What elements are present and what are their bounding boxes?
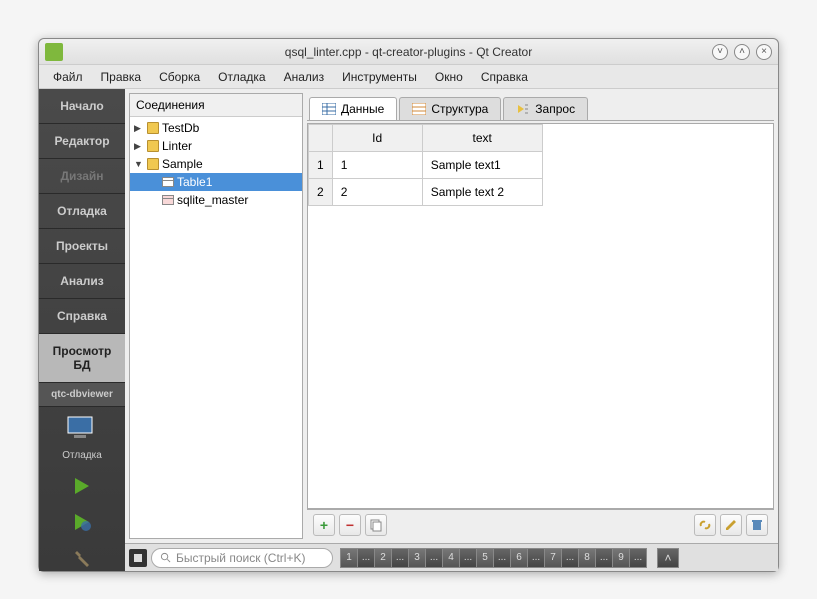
menu-build[interactable]: Сборка [151,67,208,87]
mode-welcome[interactable]: Начало [39,89,125,124]
debug-label: Отладка [39,450,125,467]
output-panes: 1... 2... 3... 4... 5... 6... 7... 8... … [341,548,647,568]
delete-button[interactable] [746,514,768,536]
column-header-id[interactable]: Id [332,125,422,152]
connections-tree: ▶TestDb ▶Linter ▼Sample Table1 sqlite_ma… [130,117,302,538]
link-icon [698,518,712,532]
mode-debug[interactable]: Отладка [39,194,125,229]
pane-7[interactable]: 7 [544,548,562,568]
mode-analyze[interactable]: Анализ [39,264,125,299]
menu-window[interactable]: Окно [427,67,471,87]
close-button[interactable]: × [756,44,772,60]
pane-1-more[interactable]: ... [357,548,375,568]
grid-icon [322,103,336,115]
tree-node-testdb[interactable]: ▶TestDb [130,119,302,137]
run-icon[interactable] [71,475,93,497]
table-icon [162,177,174,187]
pane-8[interactable]: 8 [578,548,596,568]
pane-3[interactable]: 3 [408,548,426,568]
link-button[interactable] [694,514,716,536]
statusbar: Быстрый поиск (Ctrl+K) 1... 2... 3... 4.… [125,543,778,571]
maximize-button[interactable]: ˄ [734,44,750,60]
connections-panel: Соединения ▶TestDb ▶Linter ▼Sample Table… [129,93,303,539]
quick-search[interactable]: Быстрый поиск (Ctrl+K) [151,548,333,568]
edit-button[interactable] [720,514,742,536]
menu-tools[interactable]: Инструменты [334,67,425,87]
copy-button[interactable] [365,514,387,536]
menubar: Файл Правка Сборка Отладка Анализ Инстру… [39,65,778,89]
view-tabs: Данные Структура Запрос [307,93,774,121]
pane-2-more[interactable]: ... [391,548,409,568]
pane-9[interactable]: 9 [612,548,630,568]
menu-help[interactable]: Справка [473,67,536,87]
collapse-toggle[interactable]: ˄ [657,548,679,568]
tree-node-linter[interactable]: ▶Linter [130,137,302,155]
tree-node-sqlite-master[interactable]: sqlite_master [130,191,302,209]
pencil-icon [724,518,738,532]
minimize-button[interactable]: ˅ [712,44,728,60]
search-icon [160,552,171,563]
cell[interactable]: 1 [332,152,422,179]
data-toolbar: + − [307,509,774,539]
trash-icon [750,518,764,532]
row-header: 1 [309,152,333,179]
cell[interactable]: Sample text1 [422,152,542,179]
table-row[interactable]: 2 2 Sample text 2 [309,179,543,206]
pane-5[interactable]: 5 [476,548,494,568]
mode-editor[interactable]: Редактор [39,124,125,159]
cell[interactable]: Sample text 2 [422,179,542,206]
build-icon[interactable] [71,547,93,569]
app-icon [45,43,63,61]
pane-4-more[interactable]: ... [459,548,477,568]
project-selector[interactable]: qtc-dbviewer [39,383,125,407]
output-toggle[interactable] [129,549,147,567]
mode-db-view[interactable]: Просмотр БД [39,334,125,383]
corner-cell [309,125,333,152]
add-row-button[interactable]: + [313,514,335,536]
pane-3-more[interactable]: ... [425,548,443,568]
column-header-text[interactable]: text [422,125,542,152]
database-icon [147,158,159,170]
tree-node-sample[interactable]: ▼Sample [130,155,302,173]
table-icon [162,195,174,205]
database-icon [147,140,159,152]
pane-6-more[interactable]: ... [527,548,545,568]
titlebar: qsql_linter.cpp - qt-creator-plugins - Q… [39,39,778,65]
mode-sidebar: Начало Редактор Дизайн Отладка Проекты А… [39,89,125,571]
data-grid[interactable]: Id text 1 1 Sample text1 [307,123,774,509]
mode-design[interactable]: Дизайн [39,159,125,194]
database-icon [147,122,159,134]
run-debug-icon[interactable] [71,511,93,533]
data-panel: Данные Структура Запрос [307,93,774,539]
menu-file[interactable]: Файл [45,67,91,87]
pane-9-more[interactable]: ... [629,548,647,568]
menu-analyze[interactable]: Анализ [276,67,333,87]
row-header: 2 [309,179,333,206]
window-title: qsql_linter.cpp - qt-creator-plugins - Q… [285,45,532,59]
pane-4[interactable]: 4 [442,548,460,568]
structure-icon [412,103,426,115]
tree-node-table1[interactable]: Table1 [130,173,302,191]
mode-projects[interactable]: Проекты [39,229,125,264]
tab-structure[interactable]: Структура [399,97,501,120]
table-row[interactable]: 1 1 Sample text1 [309,152,543,179]
tab-data[interactable]: Данные [309,97,397,120]
pane-5-more[interactable]: ... [493,548,511,568]
debug-target-icon[interactable] [39,407,125,450]
cell[interactable]: 2 [332,179,422,206]
pane-2[interactable]: 2 [374,548,392,568]
remove-row-button[interactable]: − [339,514,361,536]
tab-query[interactable]: Запрос [503,97,588,120]
main-window: qsql_linter.cpp - qt-creator-plugins - Q… [38,38,779,572]
pane-6[interactable]: 6 [510,548,528,568]
pane-8-more[interactable]: ... [595,548,613,568]
mode-help[interactable]: Справка [39,299,125,334]
connections-header: Соединения [130,94,302,117]
menu-debug[interactable]: Отладка [210,67,273,87]
copy-icon [369,518,383,532]
pane-1[interactable]: 1 [340,548,358,568]
menu-edit[interactable]: Правка [93,67,150,87]
pane-7-more[interactable]: ... [561,548,579,568]
query-icon [516,103,530,115]
